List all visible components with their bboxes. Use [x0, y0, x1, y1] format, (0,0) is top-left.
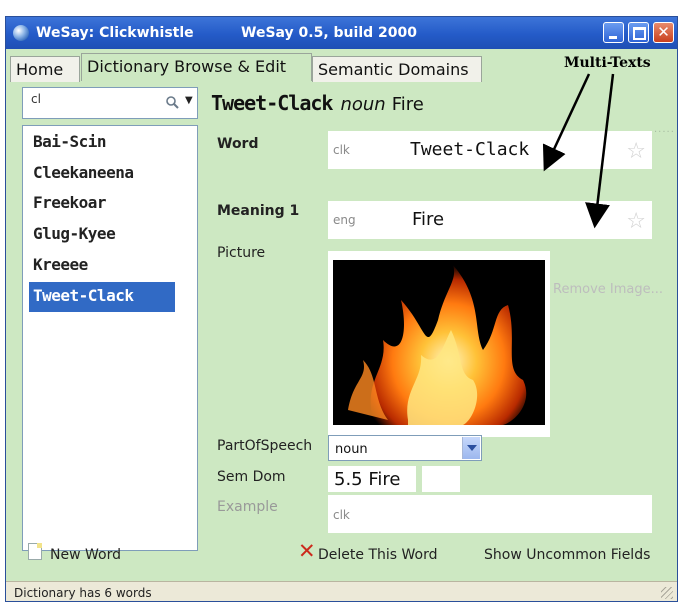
callout-arrow-meaning [585, 73, 615, 229]
callout-arrows [542, 73, 615, 229]
callout-arrow-word [542, 73, 591, 172]
